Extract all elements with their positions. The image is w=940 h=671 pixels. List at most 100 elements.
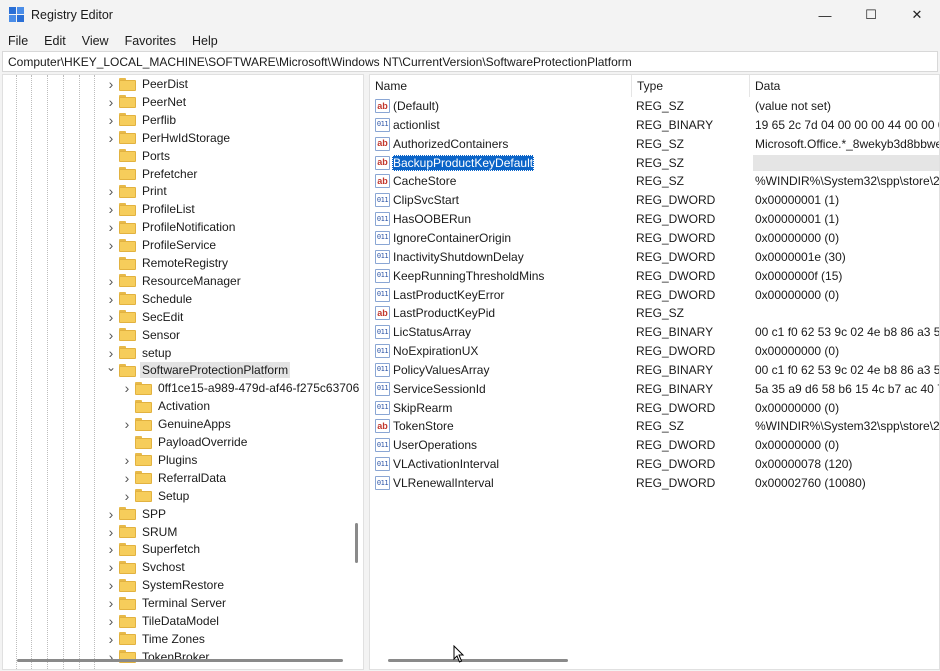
list-horizontal-scrollbar[interactable] — [388, 659, 568, 662]
close-button[interactable]: ✕ — [894, 0, 940, 30]
value-row[interactable]: 011 SkipRearm REG_DWORD 0x00000000 (0) — [370, 399, 939, 418]
chevron-right-icon[interactable]: › — [121, 487, 133, 505]
chevron-right-icon[interactable]: › — [105, 326, 117, 344]
value-row[interactable]: ab TokenStore REG_SZ %WINDIR%\System32\spp\… — [370, 417, 939, 436]
chevron-right-icon[interactable]: › — [105, 612, 117, 630]
value-row[interactable]: 011 InactivityShutdownDelay REG_DWORD 0x000… — [370, 248, 939, 267]
chevron-right-icon[interactable]: › — [105, 93, 117, 111]
tree-item[interactable]: › Schedule — [3, 290, 363, 308]
column-header-name[interactable]: Name — [370, 75, 632, 97]
chevron-right-icon[interactable]: › — [105, 236, 117, 254]
value-row[interactable]: 011 VLActivationInterval REG_DWORD 0x000000… — [370, 455, 939, 474]
tree-item[interactable]: › GenuineApps — [3, 415, 363, 433]
value-row[interactable]: 011 IgnoreContainerOrigin REG_DWORD 0x00000… — [370, 229, 939, 248]
chevron-down-icon[interactable]: ⌄ — [105, 358, 117, 376]
chevron-right-icon[interactable]: › — [105, 630, 117, 648]
chevron-right-icon[interactable]: › — [105, 290, 117, 308]
tree-item[interactable]: Ports — [3, 147, 363, 165]
tree-item[interactable]: › ResourceManager — [3, 272, 363, 290]
tree-item[interactable]: › Terminal Server — [3, 594, 363, 612]
column-header-data[interactable]: Data — [750, 75, 939, 97]
chevron-right-icon[interactable]: › — [105, 540, 117, 558]
tree-item[interactable]: Activation — [3, 397, 363, 415]
chevron-right-icon[interactable]: › — [121, 451, 133, 469]
key-tree-pane[interactable]: › PeerDist › PeerNet › Perflib › PerHwIdStorage… — [2, 74, 364, 670]
tree-item[interactable]: › PerHwIdStorage — [3, 129, 363, 147]
chevron-right-icon[interactable]: › — [105, 218, 117, 236]
value-row[interactable]: 011 NoExpirationUX REG_DWORD 0x00000000 (0) — [370, 342, 939, 361]
value-row[interactable]: 011 LastProductKeyError REG_DWORD 0x0000000… — [370, 286, 939, 305]
title-bar: Registry Editor — ☐ ✕ — [0, 0, 940, 30]
value-row[interactable]: 011 VLRenewalInterval REG_DWORD 0x00002760 … — [370, 474, 939, 493]
chevron-right-icon[interactable]: › — [105, 523, 117, 541]
chevron-right-icon[interactable]: › — [105, 272, 117, 290]
tree-item[interactable]: › Time Zones — [3, 630, 363, 648]
tree-item[interactable]: › ProfileNotification — [3, 218, 363, 236]
tree-item[interactable]: › setup — [3, 344, 363, 362]
tree-item[interactable]: › 0ff1ce15-a989-479d-af46-f275c63706 — [3, 379, 363, 397]
value-row[interactable]: 011 LicStatusArray REG_BINARY 00 c1 f0 62 5… — [370, 323, 939, 342]
tree-item[interactable]: › Setup — [3, 487, 363, 505]
value-row[interactable]: 011 KeepRunningThresholdMins REG_DWORD 0x00… — [370, 267, 939, 286]
value-row[interactable]: 011 ServiceSessionId REG_BINARY 5a 35 a9 d6… — [370, 380, 939, 399]
chevron-right-icon[interactable]: › — [105, 75, 117, 93]
tree-vertical-scrollbar[interactable] — [355, 523, 358, 563]
tree-item[interactable]: › Superfetch — [3, 540, 363, 558]
chevron-right-icon[interactable]: › — [105, 111, 117, 129]
value-row[interactable]: ab CacheStore REG_SZ %WINDIR%\System32\spp\… — [370, 172, 939, 191]
chevron-right-icon[interactable]: › — [105, 505, 117, 523]
menu-favorites[interactable]: Favorites — [117, 34, 184, 48]
tree-item[interactable]: › SystemRestore — [3, 576, 363, 594]
tree-item[interactable]: › Sensor — [3, 326, 363, 344]
tree-item[interactable]: › Perflib — [3, 111, 363, 129]
expander-placeholder — [105, 254, 117, 272]
menu-view[interactable]: View — [74, 34, 117, 48]
chevron-right-icon[interactable]: › — [121, 379, 133, 397]
chevron-right-icon[interactable]: › — [105, 594, 117, 612]
value-row[interactable]: ab BackupProductKeyDefault REG_SZ — [370, 154, 939, 173]
menu-help[interactable]: Help — [184, 34, 226, 48]
chevron-right-icon[interactable]: › — [105, 648, 117, 666]
tree-horizontal-scrollbar[interactable] — [17, 659, 343, 662]
tree-item[interactable]: PayloadOverride — [3, 433, 363, 451]
address-bar[interactable]: Computer\HKEY_LOCAL_MACHINE\SOFTWARE\Mic… — [2, 51, 938, 72]
menu-edit[interactable]: Edit — [36, 34, 74, 48]
chevron-right-icon[interactable]: › — [105, 308, 117, 326]
tree-item[interactable]: › Print — [3, 182, 363, 200]
tree-item[interactable]: › Svchost — [3, 558, 363, 576]
tree-item[interactable]: › SPP — [3, 505, 363, 523]
chevron-right-icon[interactable]: › — [105, 558, 117, 576]
tree-item[interactable]: › TileDataModel — [3, 612, 363, 630]
value-row[interactable]: 011 ClipSvcStart REG_DWORD 0x00000001 (1) — [370, 191, 939, 210]
value-row[interactable]: ab LastProductKeyPid REG_SZ — [370, 304, 939, 323]
column-header-type[interactable]: Type — [632, 75, 750, 97]
value-row[interactable]: 011 actionlist REG_BINARY 19 65 2c 7d 04 00… — [370, 116, 939, 135]
minimize-button[interactable]: — — [802, 0, 848, 30]
tree-item[interactable]: › PeerDist — [3, 75, 363, 93]
value-row[interactable]: 011 HasOOBERun REG_DWORD 0x00000001 (1) — [370, 210, 939, 229]
tree-item[interactable]: › ProfileService — [3, 236, 363, 254]
tree-item[interactable]: › PeerNet — [3, 93, 363, 111]
maximize-button[interactable]: ☐ — [848, 0, 894, 30]
tree-item[interactable]: ⌄ SoftwareProtectionPlatform — [3, 358, 363, 379]
values-list-pane[interactable]: Name Type Data ab (Default) REG_SZ (value n… — [369, 74, 940, 670]
tree-item[interactable]: › SecEdit — [3, 308, 363, 326]
tree-item[interactable]: RemoteRegistry — [3, 254, 363, 272]
value-row[interactable]: ab (Default) REG_SZ (value not set) — [370, 97, 939, 116]
tree-item[interactable]: Prefetcher — [3, 165, 363, 183]
value-row[interactable]: ab AuthorizedContainers REG_SZ Microsoft.Of… — [370, 135, 939, 154]
tree-item[interactable]: › Plugins — [3, 451, 363, 469]
menu-file[interactable]: File — [0, 34, 36, 48]
chevron-right-icon[interactable]: › — [105, 576, 117, 594]
tree-item[interactable]: › ReferralData — [3, 469, 363, 487]
chevron-right-icon[interactable]: › — [105, 200, 117, 218]
value-row[interactable]: 011 UserOperations REG_DWORD 0x00000000 (0) — [370, 436, 939, 455]
tree-item[interactable]: › TokenBroker — [3, 648, 363, 666]
tree-item[interactable]: › SRUM — [3, 523, 363, 541]
chevron-right-icon[interactable]: › — [105, 182, 117, 200]
chevron-right-icon[interactable]: › — [121, 415, 133, 433]
chevron-right-icon[interactable]: › — [121, 469, 133, 487]
chevron-right-icon[interactable]: › — [105, 129, 117, 147]
tree-item[interactable]: › ProfileList — [3, 200, 363, 218]
value-row[interactable]: 011 PolicyValuesArray REG_BINARY 00 c1 f0 6… — [370, 361, 939, 380]
